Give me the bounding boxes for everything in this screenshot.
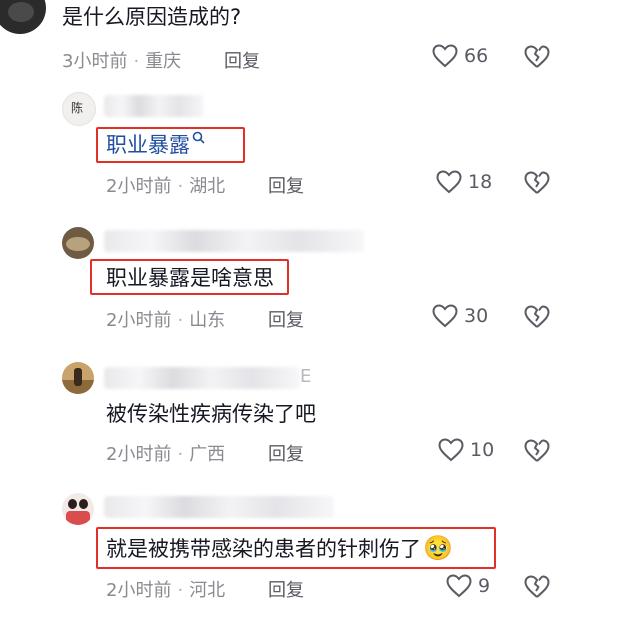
like-count: 10 <box>470 439 495 461</box>
reply-button[interactable]: 回复 <box>224 47 260 73</box>
reply-button[interactable]: 回复 <box>268 172 304 198</box>
like-button[interactable]: 30 <box>432 304 488 328</box>
username-blurred <box>104 496 334 518</box>
like-count: 66 <box>464 45 489 67</box>
comment-location: 山东 <box>189 310 226 331</box>
like-button[interactable]: 66 <box>432 44 488 68</box>
like-button[interactable]: 18 <box>436 170 492 194</box>
comment-text: 被传染性疾病传染了吧 <box>106 402 316 426</box>
avatar[interactable] <box>62 362 94 394</box>
avatar[interactable]: 陈 <box>62 92 96 126</box>
comment-meta: 2小时前 · 山东 <box>106 306 225 332</box>
comment-text: 是什么原因造成的? <box>62 5 242 29</box>
meta-separator: · <box>177 176 184 197</box>
reply-button[interactable]: 回复 <box>268 576 304 602</box>
comment-meta: 2小时前 · 广西 <box>106 440 225 466</box>
avatar-badge: 陈 <box>71 101 84 115</box>
meta-separator: · <box>177 310 184 331</box>
comment-time: 2小时前 <box>106 444 172 465</box>
broken-heart-icon <box>524 305 550 328</box>
dislike-button[interactable] <box>524 575 550 603</box>
like-button[interactable]: 10 <box>438 438 494 462</box>
avatar[interactable] <box>62 493 94 525</box>
reply-button[interactable]: 回复 <box>268 440 304 466</box>
comment-location: 广西 <box>189 444 226 465</box>
dislike-button[interactable] <box>524 305 550 333</box>
comment-location: 河北 <box>189 580 226 601</box>
comment-meta: 3小时前 · 重庆 <box>62 47 181 73</box>
avatar[interactable] <box>62 227 94 259</box>
comment-time: 2小时前 <box>106 310 172 331</box>
comment-location: 重庆 <box>145 51 182 72</box>
comment-text: 就是被携带感染的患者的针刺伤了🥹 <box>106 534 453 563</box>
comment-location: 湖北 <box>189 176 226 197</box>
comment-time: 2小时前 <box>106 580 172 601</box>
emoji-pleading-face: 🥹 <box>423 534 453 562</box>
avatar[interactable] <box>0 0 46 34</box>
comment-body: 就是被携带感染的患者的针刺伤了 <box>106 537 421 561</box>
like-button[interactable]: 9 <box>446 574 490 598</box>
comment-text: 职业暴露是啥意思 <box>106 266 274 290</box>
broken-heart-icon <box>524 45 550 68</box>
comment-time: 2小时前 <box>106 176 172 197</box>
like-count: 30 <box>464 305 489 327</box>
heart-icon <box>446 574 472 598</box>
search-icon <box>192 131 205 144</box>
comment-time: 3小时前 <box>62 51 128 72</box>
username-tail: E <box>300 366 312 387</box>
comment-text-link[interactable]: 职业暴露 <box>106 131 205 159</box>
dislike-button[interactable] <box>524 171 550 199</box>
username-blurred <box>104 367 300 389</box>
broken-heart-icon <box>524 439 550 462</box>
dislike-button[interactable] <box>524 439 550 467</box>
heart-icon <box>436 170 462 194</box>
meta-separator: · <box>177 580 184 601</box>
meta-separator: · <box>133 51 140 72</box>
broken-heart-icon <box>524 575 550 598</box>
reply-button[interactable]: 回复 <box>268 306 304 332</box>
username-blurred <box>104 230 364 252</box>
like-count: 9 <box>478 575 491 597</box>
heart-icon <box>432 44 458 68</box>
like-count: 18 <box>468 171 493 193</box>
heart-icon <box>438 438 464 462</box>
meta-separator: · <box>177 444 184 465</box>
username-blurred <box>104 95 204 117</box>
heart-icon <box>432 304 458 328</box>
comment-meta: 2小时前 · 湖北 <box>106 172 225 198</box>
comment-meta: 2小时前 · 河北 <box>106 576 225 602</box>
dislike-button[interactable] <box>524 45 550 73</box>
broken-heart-icon <box>524 171 550 194</box>
search-keyword[interactable]: 职业暴露 <box>106 133 190 157</box>
